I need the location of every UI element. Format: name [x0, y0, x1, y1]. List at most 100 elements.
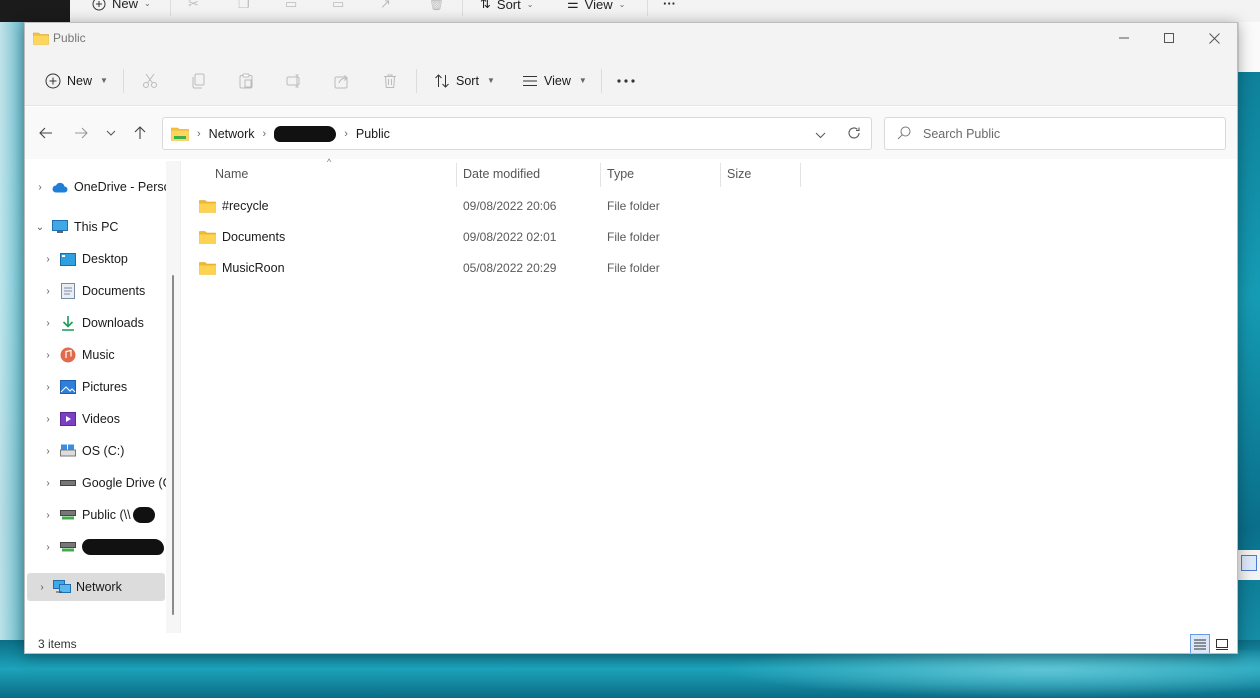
file-date: 09/08/2022 02:01 — [463, 230, 557, 244]
close-button[interactable] — [1191, 23, 1237, 53]
nav-label: Downloads — [82, 316, 144, 330]
chevron-right-icon[interactable]: › — [35, 582, 49, 593]
nav-item-videos[interactable]: › Videos — [25, 405, 166, 433]
bg-paste-icon[interactable]: ▭ — [285, 0, 297, 12]
nav-label: OS (C:) — [82, 444, 125, 458]
nav-label: Pictures — [82, 380, 128, 394]
file-list: ^ Name Date modified Type Size #recycle … — [181, 157, 1237, 633]
nav-item-desktop[interactable]: › Desktop — [25, 245, 166, 273]
bg-sort-label: Sort — [496, 0, 521, 12]
view-list-icon — [523, 75, 537, 86]
nav-item-os-c[interactable]: › OS (C:) — [25, 437, 166, 465]
chevron-right-icon[interactable]: › — [41, 510, 55, 521]
back-button[interactable] — [36, 123, 56, 143]
nav-label: Desktop — [82, 252, 128, 266]
arrow-left-icon — [39, 127, 52, 139]
file-row[interactable]: Documents 09/08/2022 02:01 File folder — [199, 222, 799, 252]
forward-button[interactable] — [71, 123, 91, 143]
redacted-text — [132, 507, 155, 523]
minimize-button[interactable] — [1101, 23, 1147, 53]
cut-button[interactable] — [142, 55, 158, 106]
search-input[interactable] — [923, 124, 1213, 144]
maximize-button[interactable] — [1146, 23, 1192, 53]
nav-item-this-pc[interactable]: ⌄ This PC — [25, 213, 166, 241]
paste-icon — [239, 73, 253, 88]
file-row[interactable]: MusicRoon 05/08/2022 20:29 File folder — [199, 253, 799, 283]
chevron-down-icon: ▼ — [578, 76, 587, 85]
file-row[interactable]: #recycle 09/08/2022 20:06 File folder — [199, 191, 799, 221]
bg-sort-button[interactable]: ⇅ Sort ⌄ — [480, 0, 533, 12]
sort-icon — [435, 73, 449, 88]
new-button[interactable]: New ▼ — [45, 55, 108, 106]
chevron-right-icon[interactable]: › — [41, 286, 55, 297]
sort-button[interactable]: Sort ▼ — [434, 55, 495, 106]
bg-more-icon[interactable]: ··· — [663, 0, 676, 11]
nav-item-google-drive[interactable]: › Google Drive (G — [25, 469, 166, 497]
nav-label: This PC — [74, 220, 119, 234]
chevron-right-icon[interactable]: › — [41, 318, 55, 329]
nav-item-downloads[interactable]: › Downloads — [25, 309, 166, 337]
scrollbar-thumb[interactable] — [172, 275, 174, 615]
chevron-down-icon[interactable]: ⌄ — [33, 222, 47, 233]
delete-button[interactable] — [382, 55, 398, 106]
chevron-right-icon[interactable]: › — [41, 254, 55, 265]
breadcrumb-public[interactable]: Public — [356, 127, 390, 141]
redacted-server-name[interactable] — [274, 125, 337, 142]
nav-label: Music — [82, 348, 115, 362]
chevron-right-icon[interactable]: › — [41, 542, 55, 553]
nav-item-documents[interactable]: › Documents — [25, 277, 166, 305]
breadcrumb-network[interactable]: Network — [209, 127, 255, 141]
address-history-button[interactable] — [815, 128, 826, 142]
bg-delete-icon[interactable]: 🗑 — [428, 0, 445, 12]
nav-item-public-share[interactable]: › Public (\\ — [25, 501, 166, 529]
view-button[interactable]: View ▼ — [522, 55, 587, 106]
chevron-right-icon[interactable]: › — [33, 182, 47, 193]
download-icon — [59, 315, 77, 331]
network-icon — [53, 579, 71, 595]
large-icons-view-button[interactable] — [1212, 634, 1232, 653]
chevron-down-icon: ▼ — [100, 76, 108, 85]
column-header-name[interactable]: Name — [215, 161, 455, 187]
search-box[interactable] — [884, 117, 1226, 150]
command-bar: New ▼ Sort ▼ View ▼ — [25, 55, 1237, 106]
share-button[interactable] — [334, 55, 350, 106]
copy-button[interactable] — [191, 55, 207, 106]
column-header-type[interactable]: Type — [607, 161, 719, 187]
address-bar[interactable]: › Network › › Public — [162, 117, 872, 150]
chevron-right-icon[interactable]: › — [41, 382, 55, 393]
bg-copy-icon[interactable]: ❐ — [238, 0, 250, 12]
bg-new-button[interactable]: New ⌄ — [92, 0, 151, 11]
bg-new-label: New — [112, 0, 139, 11]
plus-circle-icon — [45, 73, 61, 88]
navigation-pane: › OneDrive - Perso ⌄ This PC › Desktop ›… — [25, 161, 166, 633]
refresh-button[interactable] — [847, 126, 861, 143]
bg-share-icon[interactable]: ↗ — [380, 0, 391, 12]
chevron-right-icon[interactable]: › — [41, 414, 55, 425]
up-button[interactable] — [130, 123, 150, 143]
file-explorer-window: Public New ▼ Sort ▼ View ▼ › Network › ›… — [24, 22, 1238, 654]
chevron-right-icon[interactable]: › — [41, 446, 55, 457]
chevron-right-icon[interactable]: › — [41, 350, 55, 361]
bg-view-button[interactable]: ☰ View ⌄ — [567, 0, 625, 12]
file-type: File folder — [607, 230, 660, 244]
column-header-date-modified[interactable]: Date modified — [463, 161, 599, 187]
nav-item-onedrive[interactable]: › OneDrive - Perso — [25, 173, 166, 201]
bg-cut-icon[interactable]: ✂ — [188, 0, 199, 12]
column-label: Type — [607, 167, 635, 181]
recent-locations-button[interactable] — [101, 123, 121, 143]
nav-item-pictures[interactable]: › Pictures — [25, 373, 166, 401]
paste-button[interactable] — [238, 55, 254, 106]
rename-button[interactable] — [286, 55, 302, 106]
nav-item-network[interactable]: › Network — [27, 573, 165, 601]
bg-rename-icon[interactable]: ▭ — [332, 0, 344, 12]
background-window-edge — [1238, 22, 1260, 72]
navigation-scrollbar[interactable] — [166, 161, 180, 633]
network-drive-icon — [59, 539, 77, 555]
more-options-button[interactable] — [617, 55, 635, 106]
nav-item-music[interactable]: › Music — [25, 341, 166, 369]
column-label: Size — [727, 167, 752, 181]
nav-item-network-drive[interactable]: › — [25, 533, 166, 561]
chevron-right-icon[interactable]: › — [41, 478, 55, 489]
column-header-size[interactable]: Size — [727, 161, 797, 187]
details-view-button[interactable] — [1190, 634, 1210, 653]
